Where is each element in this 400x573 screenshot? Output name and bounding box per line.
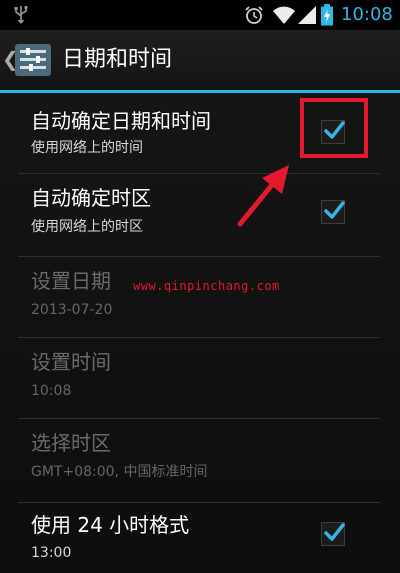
- setting-title: 自动确定日期和时间: [31, 109, 211, 133]
- signal-icon: [297, 5, 317, 29]
- setting-summary: 13:00: [31, 545, 72, 561]
- setting-title: 设置时间: [31, 350, 111, 374]
- watermark: www.qinpinchang.com: [133, 279, 280, 293]
- pointer-arrow-icon: [230, 160, 294, 236]
- setting-summary: 10:08: [31, 383, 72, 399]
- setting-title: 使用 24 小时格式: [31, 513, 190, 537]
- status-bar: 10:08: [0, 0, 400, 30]
- auto-timezone-checkbox[interactable]: [321, 200, 345, 224]
- alarm-icon: [244, 5, 264, 29]
- setting-select-timezone: 选择时区 GMT+08:00, 中国标准时间: [0, 419, 400, 502]
- setting-title: 选择时区: [31, 431, 111, 455]
- status-clock: 10:08: [341, 4, 393, 25]
- setting-title: 自动确定时区: [31, 186, 151, 210]
- settings-list: 自动确定日期和时间 使用网络上的时间 自动确定时区 使用网络上的时区 设置日期 …: [0, 93, 400, 573]
- setting-title: 设置日期: [31, 269, 111, 293]
- use-24-hour-checkbox[interactable]: [321, 522, 345, 546]
- action-bar: ❮ 日期和时间: [0, 30, 400, 90]
- setting-summary: 2013-07-20: [31, 302, 113, 318]
- setting-set-time: 设置时间 10:08: [0, 338, 400, 418]
- setting-auto-timezone[interactable]: 自动确定时区 使用网络上的时区: [0, 174, 400, 256]
- page-title: 日期和时间: [62, 47, 173, 72]
- setting-summary: GMT+08:00, 中国标准时间: [31, 464, 208, 480]
- setting-summary: 使用网络上的时区: [31, 219, 143, 235]
- usb-icon: [14, 5, 28, 29]
- settings-icon[interactable]: [14, 43, 52, 81]
- battery-icon: [320, 4, 334, 30]
- setting-set-date: 设置日期 2013-07-20: [0, 257, 400, 337]
- setting-summary: 使用网络上的时间: [31, 140, 143, 156]
- setting-use-24-hour[interactable]: 使用 24 小时格式 13:00: [0, 503, 400, 573]
- wifi-icon: [272, 4, 296, 30]
- highlight-box: [300, 98, 368, 158]
